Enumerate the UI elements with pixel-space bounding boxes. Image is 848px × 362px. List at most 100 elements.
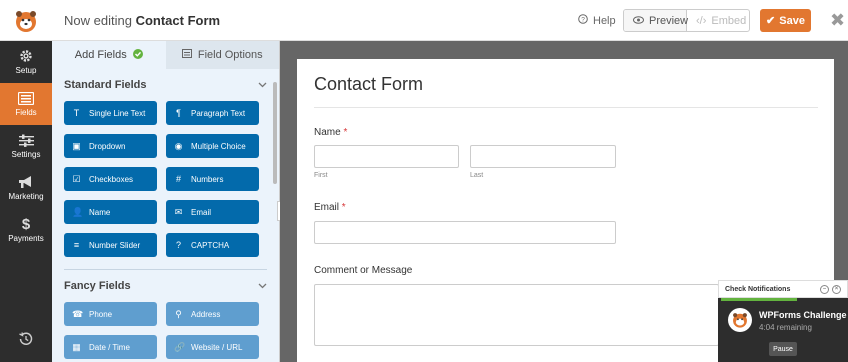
email-label-text: Email xyxy=(314,202,340,213)
slider-icon: ≡ xyxy=(73,240,80,250)
fancy-fields-grid: ☎ Phone ⚲ Address ▦ Date / Time 🔗 Website / … xyxy=(64,302,267,359)
nav-label-payments: Payments xyxy=(8,234,44,243)
text-icon: T xyxy=(73,108,80,118)
revisions-icon[interactable] xyxy=(0,332,52,346)
field-button-label: Multiple Choice xyxy=(191,141,246,151)
panel-tabs: Add Fields Field Options xyxy=(52,41,279,69)
editing-prefix: Now editing xyxy=(64,13,132,28)
field-button-label: Address xyxy=(191,309,221,319)
calendar-icon: ▦ xyxy=(72,341,81,352)
nav-item-fields[interactable]: Fields xyxy=(0,83,52,125)
megaphone-icon xyxy=(17,175,35,189)
nav-label-fields: Fields xyxy=(15,108,37,117)
email-input[interactable] xyxy=(314,221,616,244)
panel-scrollbar[interactable] xyxy=(273,82,277,184)
chevron-down-icon xyxy=(258,280,267,292)
form-title[interactable]: Contact Form xyxy=(314,74,423,95)
challenge-title: WPForms Challenge xyxy=(759,310,847,320)
notification-header-label: Check Notifications xyxy=(725,285,791,293)
field-button-label: Checkboxes xyxy=(89,174,134,184)
nav-label-setup: Setup xyxy=(15,66,37,75)
field-button-numbers[interactable]: # Numbers xyxy=(166,167,259,191)
nav-item-setup[interactable]: Setup xyxy=(0,41,52,83)
field-options-label: Field Options xyxy=(197,49,263,61)
first-name-input[interactable] xyxy=(314,145,459,168)
field-button-label: Dropdown xyxy=(89,141,126,151)
form-title-divider xyxy=(314,107,818,108)
save-button[interactable]: ✔ Save xyxy=(760,9,811,32)
first-name-sublabel: First xyxy=(314,172,328,179)
svg-text:?: ? xyxy=(581,17,585,24)
preview-button[interactable]: Preview xyxy=(624,10,689,31)
user-icon: 👤 xyxy=(72,206,84,217)
nav-item-marketing[interactable]: Marketing xyxy=(0,167,52,209)
pause-button[interactable]: Pause xyxy=(769,342,797,356)
field-button-checkboxes[interactable]: ☑ Checkboxes xyxy=(64,167,157,191)
embed-button[interactable]: ‹/› Embed xyxy=(687,10,749,31)
challenge-time-remaining: 4:04 remaining xyxy=(759,323,812,332)
fields-panel: Add Fields Field Options Standard Fields… xyxy=(52,41,280,362)
required-marker: * xyxy=(341,202,346,213)
field-button-name[interactable]: 👤 Name xyxy=(64,200,157,224)
challenge-notification: Check Notifications – × WPForms Challeng… xyxy=(718,280,848,362)
tab-add-fields[interactable]: Add Fields xyxy=(52,41,166,69)
field-button-label: Paragraph Text xyxy=(191,108,246,118)
email-field-label: Email * xyxy=(314,202,346,213)
notification-controls: – × xyxy=(820,284,841,294)
field-button-address[interactable]: ⚲ Address xyxy=(166,302,259,326)
list-icon xyxy=(17,91,35,105)
close-icon[interactable]: × xyxy=(832,284,841,294)
link-icon: 🔗 xyxy=(174,341,186,352)
field-button-label: CAPTCHA xyxy=(191,240,230,250)
check-circle-icon xyxy=(132,48,143,62)
field-button-label: Email xyxy=(191,207,212,217)
standard-fields-section: Standard Fields T Single Line Text ¶ Parag… xyxy=(52,69,279,257)
field-button-website-url[interactable]: 🔗 Website / URL xyxy=(166,335,259,359)
last-name-input[interactable] xyxy=(470,145,616,168)
wpforms-logo[interactable] xyxy=(0,0,52,41)
field-button-email[interactable]: ✉ Email xyxy=(166,200,259,224)
help-label: Help xyxy=(593,14,616,27)
nav-item-payments[interactable]: $ Payments xyxy=(0,209,52,251)
envelope-icon: ✉ xyxy=(174,206,183,217)
challenge-progress-bar xyxy=(721,298,797,301)
field-button-date-time[interactable]: ▦ Date / Time xyxy=(64,335,157,359)
message-textarea[interactable] xyxy=(314,284,719,346)
top-bar: Now editing Contact Form ? Help Preview … xyxy=(0,0,848,41)
standard-fields-header[interactable]: Standard Fields xyxy=(64,69,267,101)
standard-fields-grid: T Single Line Text ¶ Paragraph Text ▣ Dropd… xyxy=(64,101,267,257)
tab-field-options[interactable]: Field Options xyxy=(165,41,279,69)
nav-label-marketing: Marketing xyxy=(8,192,44,201)
field-button-number-slider[interactable]: ≡ Number Slider xyxy=(64,233,157,257)
field-button-dropdown[interactable]: ▣ Dropdown xyxy=(64,134,157,158)
minimize-icon[interactable]: – xyxy=(820,284,829,294)
phone-icon: ☎ xyxy=(72,308,84,319)
save-label: Save xyxy=(779,14,805,27)
fancy-fields-header[interactable]: Fancy Fields xyxy=(64,270,267,302)
preview-embed-group: Preview ‹/› Embed xyxy=(623,9,750,32)
field-button-multiple-choice[interactable]: ◉ Multiple Choice xyxy=(166,134,259,158)
fancy-fields-section: Fancy Fields ☎ Phone ⚲ Address ▦ Date / Tim… xyxy=(52,270,279,359)
field-button-label: Number Slider xyxy=(89,240,141,250)
required-marker: * xyxy=(343,127,348,138)
field-button-paragraph-text[interactable]: ¶ Paragraph Text xyxy=(166,101,259,125)
field-button-captcha[interactable]: ? CAPTCHA xyxy=(166,233,259,257)
dropdown-icon: ▣ xyxy=(72,140,81,151)
wpforms-mascot-icon xyxy=(728,308,752,332)
paragraph-icon: ¶ xyxy=(176,108,181,118)
notification-body: WPForms Challenge 4:04 remaining Pause xyxy=(718,298,848,362)
preview-label: Preview xyxy=(649,14,689,27)
sliders-icon xyxy=(17,133,35,147)
nav-item-settings[interactable]: Settings xyxy=(0,125,52,167)
add-fields-label: Add Fields xyxy=(74,49,127,61)
close-icon[interactable]: ✖ xyxy=(830,10,845,31)
field-button-single-line-text[interactable]: T Single Line Text xyxy=(64,101,157,125)
field-button-phone[interactable]: ☎ Phone xyxy=(64,302,157,326)
gear-icon xyxy=(17,49,35,63)
map-pin-icon: ⚲ xyxy=(175,308,182,319)
field-button-label: Date / Time xyxy=(89,342,130,352)
field-button-label: Single Line Text xyxy=(89,108,146,118)
name-label-text: Name xyxy=(314,127,341,138)
help-link[interactable]: ? Help xyxy=(578,14,616,27)
question-icon: ? xyxy=(175,240,181,250)
